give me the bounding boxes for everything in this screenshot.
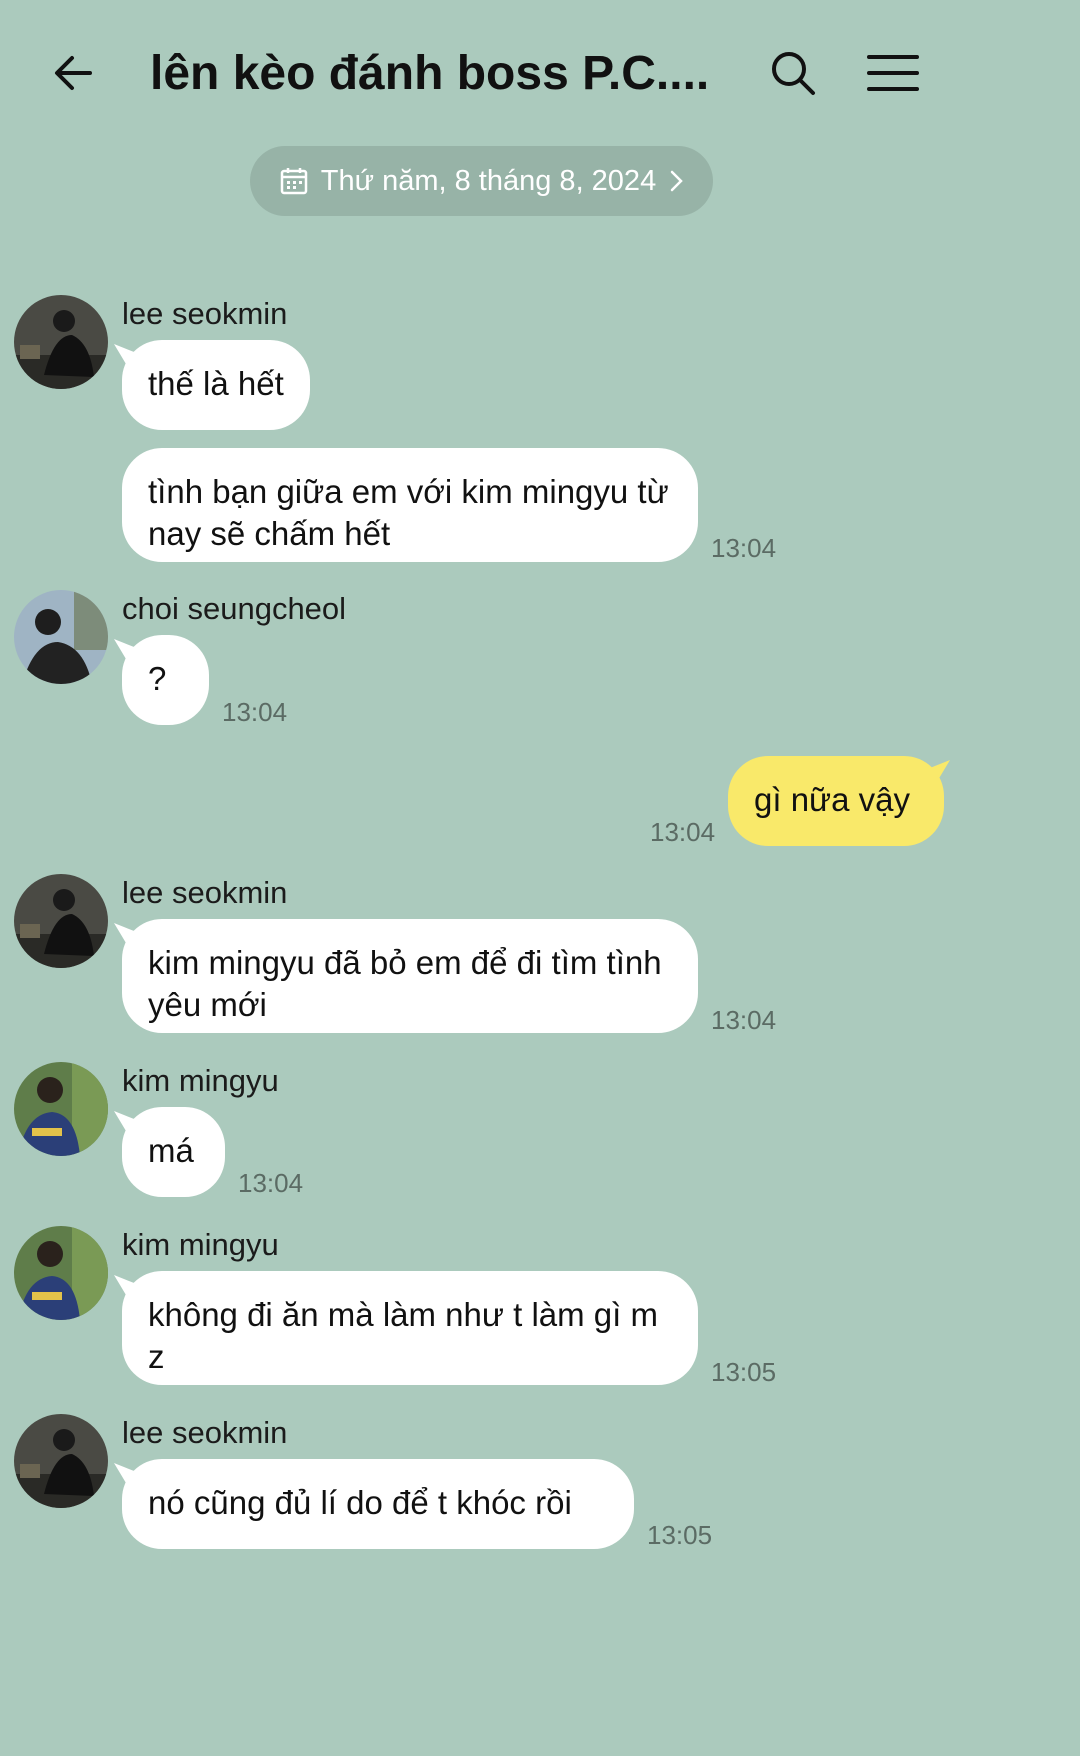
message-bubble[interactable]: kim mingyu đã bỏ em để đi tìm tình yêu m… (122, 919, 698, 1033)
sender-name: choi seungcheol (122, 591, 347, 626)
avatar-kim-mingyu[interactable] (14, 1226, 108, 1320)
search-button[interactable] (760, 40, 826, 106)
profile-photo-icon (14, 1226, 108, 1320)
sender-name: lee seokmin (122, 296, 288, 331)
calendar-icon (280, 168, 308, 195)
profile-photo-icon (14, 295, 108, 389)
profile-photo-icon (14, 874, 108, 968)
sender-name: lee seokmin (122, 875, 288, 910)
sender-name: kim mingyu (122, 1227, 279, 1262)
message-bubble[interactable]: má (122, 1107, 225, 1197)
avatar-kim-mingyu[interactable] (14, 1062, 108, 1156)
message-bubble[interactable]: thế là hết (122, 340, 310, 430)
hamburger-menu-icon (867, 55, 919, 91)
message-time: 13:04 (711, 1005, 777, 1035)
message-time: 13:04 (650, 817, 716, 847)
message-bubble[interactable]: nó cũng đủ lí do để t khóc rồi (122, 1459, 634, 1549)
avatar-lee-seokmin[interactable] (14, 295, 108, 389)
avatar-lee-seokmin[interactable] (14, 1414, 108, 1508)
chevron-right-icon (670, 170, 683, 192)
message-time: 13:04 (238, 1168, 304, 1198)
date-divider[interactable]: Thứ năm, 8 tháng 8, 2024 (250, 146, 713, 216)
chat-header: lên kèo đánh boss P.C.... (0, 0, 964, 140)
arrow-left-icon (55, 56, 92, 90)
profile-photo-icon (14, 1062, 108, 1156)
profile-photo-icon (14, 590, 108, 684)
message-bubble[interactable]: tình bạn giữa em với kim mingyu từ nay s… (122, 448, 698, 562)
message-time: 13:05 (711, 1357, 777, 1387)
message-time: 13:04 (222, 697, 288, 727)
my-message-bubble[interactable]: gì nữa vậy (728, 756, 944, 846)
search-icon (772, 52, 815, 95)
message-bubble[interactable]: không đi ăn mà làm như t làm gì m z (122, 1271, 698, 1385)
message-time: 13:05 (647, 1520, 713, 1550)
chat-title[interactable]: lên kèo đánh boss P.C.... (150, 44, 710, 104)
back-button[interactable] (40, 40, 106, 106)
avatar-lee-seokmin[interactable] (14, 874, 108, 968)
avatar-choi-seungcheol[interactable] (14, 590, 108, 684)
sender-name: kim mingyu (122, 1063, 279, 1098)
sender-name: lee seokmin (122, 1415, 288, 1450)
date-label: Thứ năm, 8 tháng 8, 2024 (320, 164, 657, 197)
profile-photo-icon (14, 1414, 108, 1508)
message-time: 13:04 (711, 533, 777, 563)
message-bubble[interactable]: ? (122, 635, 209, 725)
menu-button[interactable] (860, 40, 926, 106)
